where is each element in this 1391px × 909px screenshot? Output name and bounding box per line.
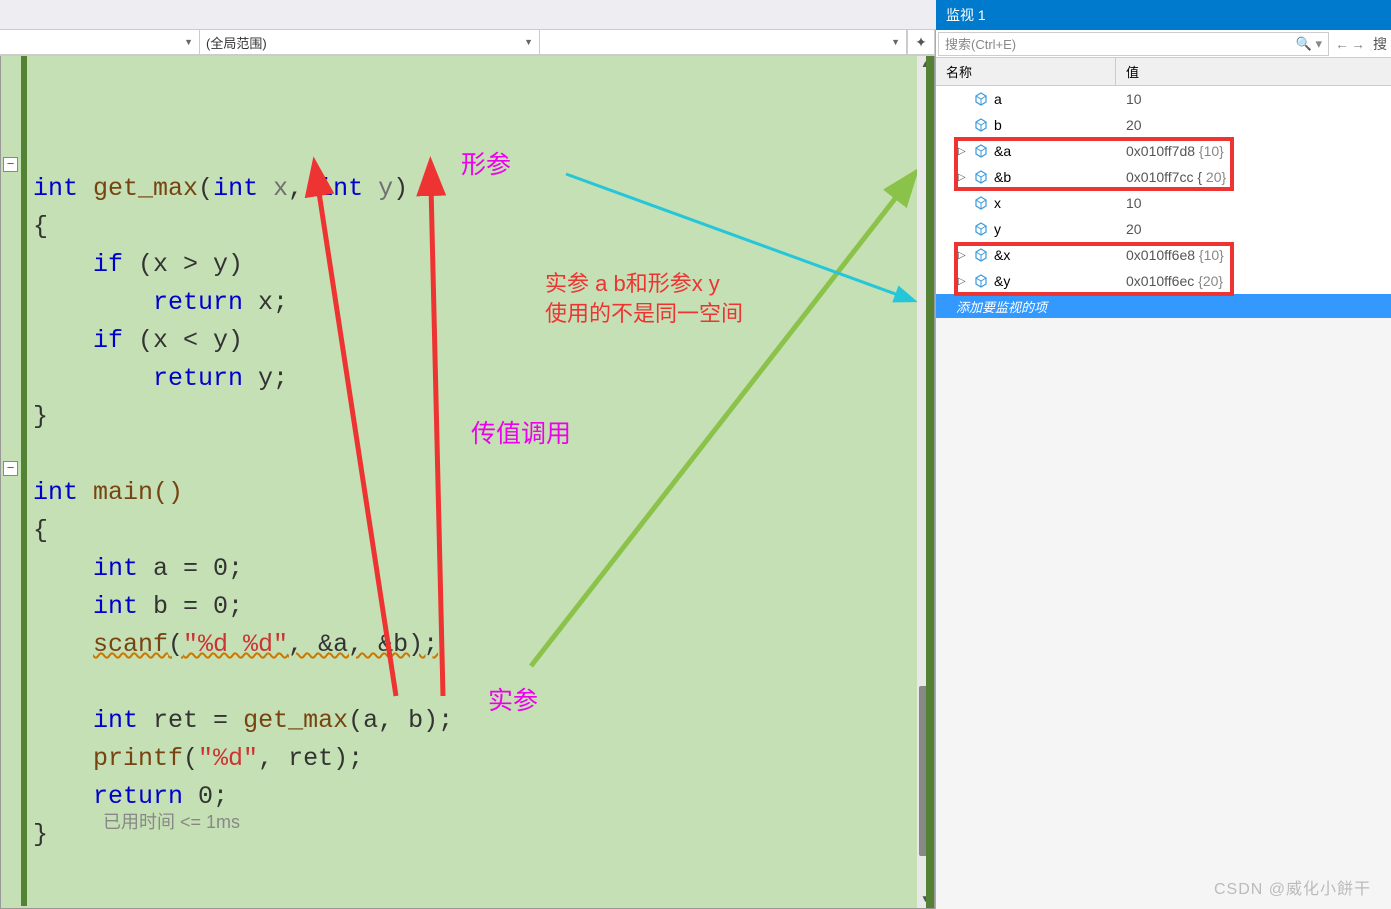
annotation-formal-params: 形参 — [461, 145, 511, 181]
chevron-down-icon: ▼ — [184, 37, 193, 47]
variable-icon — [974, 248, 988, 262]
annotation-call-by-value: 传值调用 — [471, 414, 571, 450]
watch-row[interactable]: ▷ &y 0x010ff6ec {20} — [936, 268, 1391, 294]
expand-icon[interactable]: ▷ — [958, 172, 966, 183]
nav-next-icon[interactable]: → — [1351, 36, 1365, 52]
project-dropdown[interactable]: ▼ — [0, 30, 200, 55]
var-name: &b — [994, 169, 1011, 185]
search-depth-label: 搜 — [1369, 34, 1391, 54]
var-value: 0x010ff6e8 {10} — [1116, 247, 1391, 263]
var-name: b — [994, 117, 1002, 133]
add-watch-item[interactable]: 添加要监视的项 — [936, 294, 1391, 318]
variable-icon — [974, 92, 988, 106]
variable-icon — [974, 196, 988, 210]
watch-row[interactable]: y 20 — [936, 216, 1391, 242]
variable-icon — [974, 144, 988, 158]
watch-title-bar: 监视 1 — [936, 0, 1391, 30]
annotation-note2: 使用的不是同一空间 — [545, 296, 743, 328]
code-editor[interactable]: − − int get_max(int x, int y) { if (x > … — [0, 56, 935, 909]
var-name: a — [994, 91, 1002, 107]
col-name-header[interactable]: 名称 — [936, 58, 1116, 85]
watch-row[interactable]: ▷ &b 0x010ff7cc { 20} — [936, 164, 1391, 190]
navigation-bar: ▼ (全局范围) ▼ ▼ ✦ — [0, 30, 935, 56]
chevron-down-icon: ▼ — [524, 37, 533, 47]
var-name: &y — [994, 273, 1010, 289]
var-name: &x — [994, 247, 1010, 263]
swap-button[interactable]: ✦ — [907, 30, 935, 55]
collapse-button[interactable]: − — [3, 461, 18, 476]
var-name: x — [994, 195, 1001, 211]
watch-row[interactable]: ▷ &a 0x010ff7d8 {10} — [936, 138, 1391, 164]
watch-title: 监视 1 — [946, 5, 986, 25]
watch-panel: 监视 1 搜索(Ctrl+E) 🔍 ▾ ← → 搜 名称 值 a10b20▷&a… — [935, 30, 1391, 909]
var-value: 20 — [1116, 221, 1391, 237]
variable-icon — [974, 222, 988, 236]
change-indicator — [21, 56, 27, 906]
overview-ruler — [926, 56, 934, 908]
annotation-actual-params: 实参 — [488, 681, 538, 717]
watch-search-bar: 搜索(Ctrl+E) 🔍 ▾ ← → 搜 — [936, 30, 1391, 58]
var-name: &a — [994, 143, 1011, 159]
search-icon[interactable]: 🔍 ▾ — [1296, 36, 1322, 52]
expand-icon[interactable]: ▷ — [958, 276, 966, 287]
chevron-down-icon: ▼ — [891, 37, 900, 47]
scope-dropdown[interactable]: (全局范围) ▼ — [200, 30, 540, 55]
variable-icon — [974, 274, 988, 288]
variable-icon — [974, 118, 988, 132]
watermark: CSDN @威化小餅干 — [1214, 875, 1371, 899]
var-value: 10 — [1116, 91, 1391, 107]
member-dropdown[interactable]: ▼ — [540, 30, 907, 55]
watch-row[interactable]: ▷ &x 0x010ff6e8 {10} — [936, 242, 1391, 268]
nav-prev-icon[interactable]: ← — [1335, 36, 1349, 52]
expand-icon[interactable]: ▷ — [958, 146, 966, 157]
var-value: 20 — [1116, 117, 1391, 133]
code-content: int get_max(int x, int y) { if (x > y) r… — [33, 56, 453, 854]
scope-label: (全局范围) — [206, 33, 267, 52]
annotation-note1: 实参 a b和形参x y — [545, 266, 720, 298]
gutter — [1, 56, 21, 908]
watch-columns-header: 名称 值 — [936, 58, 1391, 86]
collapse-button[interactable]: − — [3, 157, 18, 172]
var-value: 0x010ff7cc { 20} — [1116, 169, 1391, 185]
watch-row[interactable]: x 10 — [936, 190, 1391, 216]
timing-label: 已用时间 <= 1ms — [103, 808, 240, 834]
watch-rows: a 10 b 20 ▷ &a 0x010ff7d8 {10} ▷ &b 0x010ff7cc { … — [936, 86, 1391, 294]
expand-icon[interactable]: ▷ — [958, 250, 966, 261]
watch-row[interactable]: a 10 — [936, 86, 1391, 112]
var-value: 10 — [1116, 195, 1391, 211]
var-value: 0x010ff6ec {20} — [1116, 273, 1391, 289]
col-value-header[interactable]: 值 — [1116, 58, 1391, 85]
variable-icon — [974, 170, 988, 184]
var-value: 0x010ff7d8 {10} — [1116, 143, 1391, 159]
var-name: y — [994, 221, 1001, 237]
editor-pane: ▼ (全局范围) ▼ ▼ ✦ − − int get_max(int x, int… — [0, 30, 935, 909]
watch-search-input[interactable]: 搜索(Ctrl+E) 🔍 ▾ — [938, 32, 1329, 56]
watch-row[interactable]: b 20 — [936, 112, 1391, 138]
